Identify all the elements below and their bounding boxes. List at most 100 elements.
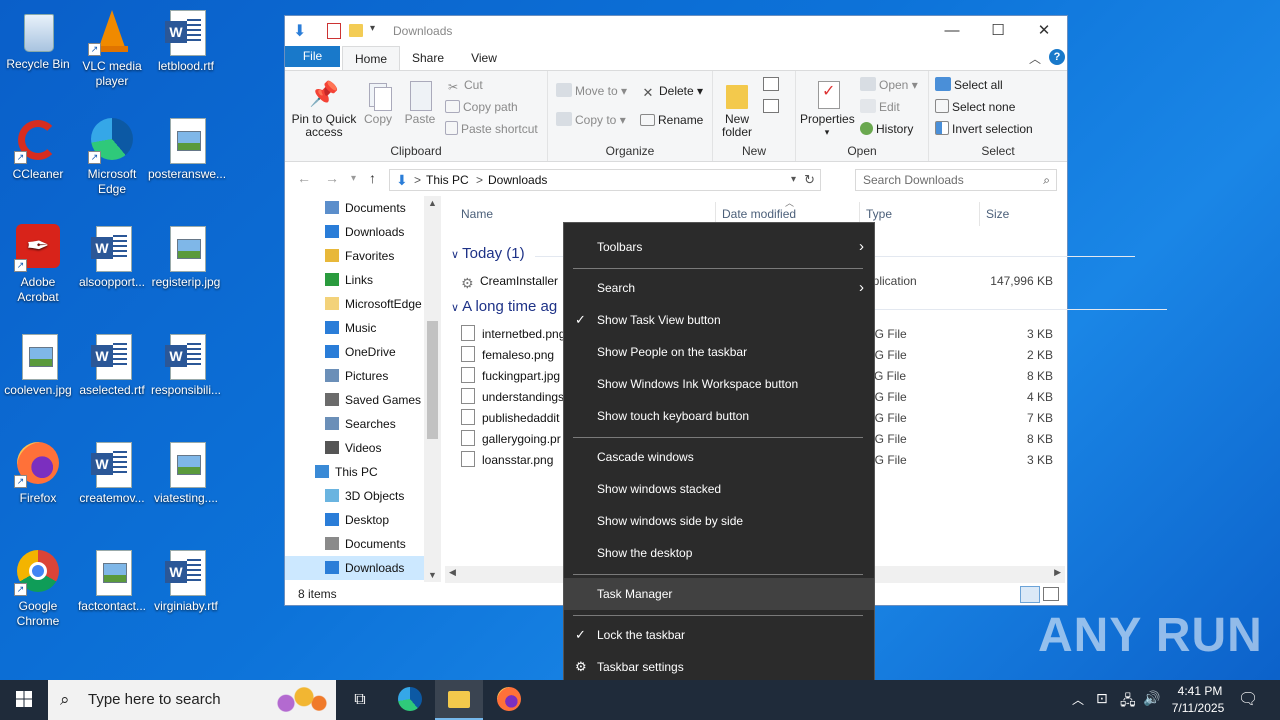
desktop-icon-factcontact[interactable]: factcontact...: [74, 548, 150, 614]
desktop-icon-virginiaby[interactable]: virginiaby.rtf: [148, 548, 224, 614]
clock-date[interactable]: 7/11/2025: [1166, 701, 1230, 715]
scroll-down-icon[interactable]: ▼: [428, 570, 437, 580]
paste-button[interactable]: Paste: [401, 79, 439, 126]
group-header-older[interactable]: ∨ A long time ag: [451, 298, 1169, 315]
desktop-icon-registerip[interactable]: registerip.jpg: [148, 224, 224, 290]
nav-item[interactable]: Pictures: [285, 364, 424, 388]
history-button[interactable]: History: [860, 119, 913, 139]
large-icons-view-icon[interactable]: [1043, 587, 1059, 601]
copy-to-button[interactable]: Copy to ▾: [556, 110, 626, 130]
desktop-icon-aselected[interactable]: aselected.rtf: [74, 332, 150, 398]
task-view-button[interactable]: ⧉: [336, 680, 384, 720]
move-to-button[interactable]: Move to ▾: [556, 81, 627, 101]
nav-item[interactable]: 3D Objects: [285, 484, 424, 508]
menu-item-people[interactable]: Show People on the taskbar: [564, 336, 874, 368]
new-folder-quick-icon[interactable]: [349, 24, 363, 37]
breadcrumb-downloads[interactable]: Downloads: [488, 170, 547, 190]
forward-arrow-icon[interactable]: →: [325, 170, 339, 186]
menu-item-touch-keyboard[interactable]: Show touch keyboard button: [564, 400, 874, 432]
open-button[interactable]: Open ▾: [860, 75, 918, 95]
menu-item-ink-workspace[interactable]: Show Windows Ink Workspace button: [564, 368, 874, 400]
taskbar-search-box[interactable]: ⌕ Type here to search: [48, 680, 336, 720]
address-bar[interactable]: ⬇ > This PC > Downloads ▾ ↻: [389, 169, 821, 191]
desktop-icon-google-chrome[interactable]: ↗ Google Chrome: [0, 548, 76, 629]
scroll-left-icon[interactable]: ◀: [449, 567, 456, 578]
invert-selection-button[interactable]: Invert selection: [935, 119, 1033, 139]
nav-item[interactable]: Downloads: [285, 220, 424, 244]
scroll-up-icon[interactable]: ▲: [428, 198, 437, 208]
maximize-button[interactable]: ☐: [975, 16, 1021, 46]
start-button[interactable]: [0, 680, 48, 720]
refresh-icon[interactable]: ↻: [804, 170, 815, 190]
window-titlebar[interactable]: ⬇ ▾ Downloads — ☐ ✕: [285, 16, 1067, 46]
menu-item-show-desktop[interactable]: Show the desktop: [564, 537, 874, 569]
nav-item[interactable]: Downloads: [285, 556, 424, 580]
nav-item[interactable]: Videos: [285, 436, 424, 460]
notification-center-icon[interactable]: 🗨: [1238, 689, 1258, 709]
rename-button[interactable]: Rename: [640, 110, 703, 130]
network-icon[interactable]: 🖧: [1120, 690, 1136, 714]
column-header-size[interactable]: Size: [979, 202, 1009, 226]
nav-item[interactable]: Saved Games: [285, 388, 424, 412]
desktop-icon-vlc[interactable]: ↗ VLC media player: [74, 8, 150, 89]
nav-scroll-thumb[interactable]: [427, 321, 438, 439]
delete-button[interactable]: ✕ Delete ▾: [640, 81, 704, 101]
tab-home[interactable]: Home: [342, 46, 400, 71]
desktop-icon-viatesting[interactable]: viatesting....: [148, 440, 224, 506]
search-box[interactable]: Search Downloads ⌕: [855, 169, 1057, 191]
nav-item[interactable]: MicrosoftEdge: [285, 292, 424, 316]
properties-quick-icon[interactable]: [327, 23, 341, 39]
nav-item[interactable]: Favorites: [285, 244, 424, 268]
menu-item-stacked[interactable]: Show windows stacked: [564, 473, 874, 505]
select-all-button[interactable]: Select all: [935, 75, 1003, 95]
desktop-icon-letblood[interactable]: letblood.rtf: [148, 8, 224, 74]
copy-path-button[interactable]: Copy path: [445, 97, 518, 117]
desktop-icon-microsoft-edge[interactable]: ↗ Microsoft Edge: [74, 116, 150, 197]
tab-view[interactable]: View: [460, 46, 508, 70]
show-hidden-icons[interactable]: ︿: [1072, 691, 1084, 708]
clock-time[interactable]: 4:41 PM: [1172, 684, 1228, 698]
pin-to-quick-access-button[interactable]: 📌 Pin to Quick access: [289, 79, 359, 139]
select-none-button[interactable]: Select none: [935, 97, 1015, 117]
menu-item-task-manager[interactable]: Task Manager: [564, 578, 874, 610]
desktop-icon-cooleven[interactable]: cooleven.jpg: [0, 332, 76, 398]
menu-item-side-by-side[interactable]: Show windows side by side: [564, 505, 874, 537]
recent-locations-icon[interactable]: ▾: [351, 173, 356, 184]
easy-access-icon[interactable]: [763, 99, 779, 113]
desktop-icon-createmov[interactable]: createmov...: [74, 440, 150, 506]
nav-item[interactable]: Searches: [285, 412, 424, 436]
desktop-icon-posteranswe[interactable]: posteranswe...: [148, 116, 226, 182]
nav-item[interactable]: This PC: [285, 460, 424, 484]
copy-button[interactable]: Copy: [359, 79, 397, 126]
new-folder-button[interactable]: New folder: [717, 79, 757, 139]
taskbar-firefox-button[interactable]: [485, 680, 533, 720]
minimize-button[interactable]: —: [929, 16, 975, 46]
edit-button[interactable]: Edit: [860, 97, 900, 117]
desktop-icon-adobe-acrobat[interactable]: ✒ ↗ Adobe Acrobat: [0, 224, 76, 305]
menu-item-lock-taskbar[interactable]: ✓ Lock the taskbar: [564, 619, 874, 651]
desktop-icon-firefox[interactable]: ↗ Firefox: [0, 440, 76, 506]
customize-toolbar-icon[interactable]: ▾: [370, 23, 375, 34]
properties-button[interactable]: ✓ Properties ▾: [800, 79, 855, 139]
menu-item-task-view[interactable]: ✓ Show Task View button: [564, 304, 874, 336]
tab-share[interactable]: Share: [403, 46, 453, 70]
help-icon[interactable]: ?: [1049, 49, 1065, 65]
volume-icon[interactable]: 🔊: [1143, 690, 1160, 707]
address-dropdown-icon[interactable]: ▾: [791, 170, 796, 190]
desktop-icon-alsoopport[interactable]: alsoopport...: [74, 224, 150, 290]
up-arrow-icon[interactable]: ↑: [369, 170, 376, 186]
desktop-icon-ccleaner[interactable]: ↗ CCleaner: [0, 116, 76, 182]
usb-device-icon[interactable]: ⊡: [1096, 690, 1108, 707]
menu-item-search[interactable]: Search ›: [564, 272, 874, 304]
back-arrow-icon[interactable]: ←: [297, 170, 311, 186]
paste-shortcut-button[interactable]: Paste shortcut: [445, 119, 538, 139]
nav-item[interactable]: Documents: [285, 196, 424, 220]
menu-item-toolbars[interactable]: Toolbars ›: [564, 231, 874, 263]
new-item-icon[interactable]: [763, 77, 779, 91]
taskbar-edge-button[interactable]: [386, 680, 434, 720]
column-header-name[interactable]: Name: [461, 202, 493, 226]
desktop-icon-recycle-bin[interactable]: Recycle Bin: [0, 8, 76, 72]
close-button[interactable]: ✕: [1021, 16, 1067, 46]
ribbon-collapse-icon[interactable]: ︿: [1029, 50, 1041, 67]
details-view-icon[interactable]: [1020, 586, 1040, 603]
